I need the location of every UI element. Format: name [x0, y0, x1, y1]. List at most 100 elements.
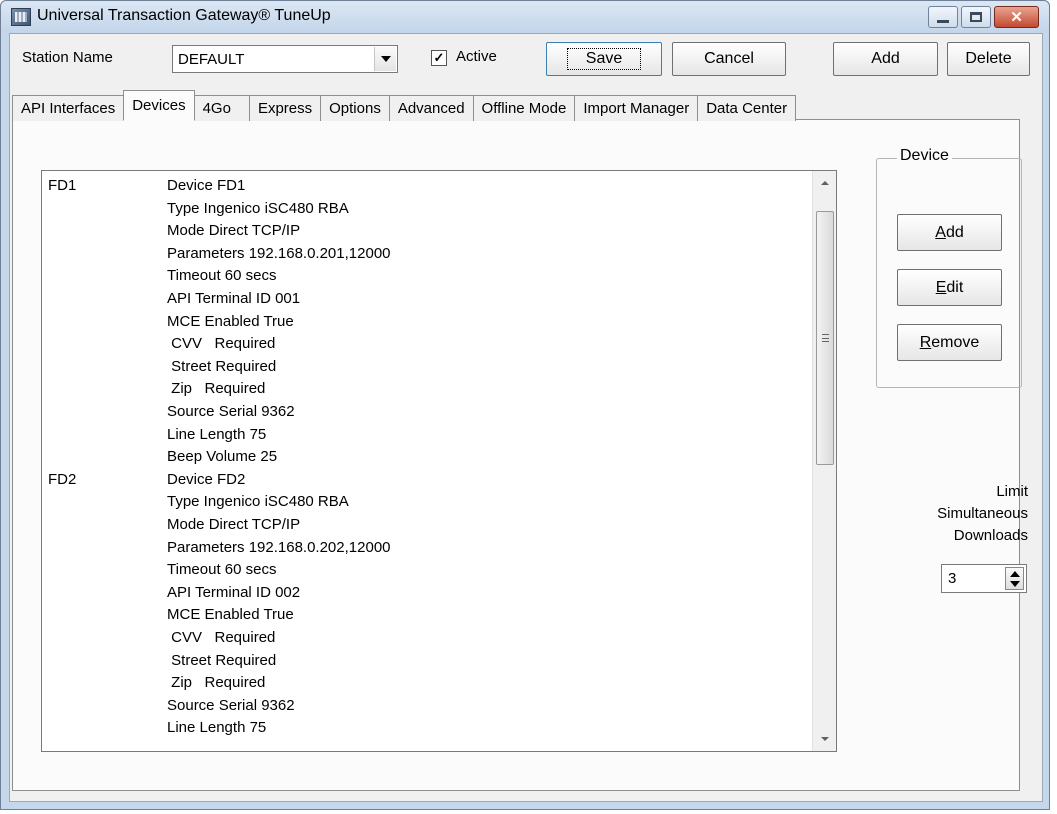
title-bar[interactable]: Universal Transaction Gateway® TuneUp ✕ — [1, 1, 1049, 33]
list-item[interactable]: API Terminal ID 002 — [42, 582, 836, 604]
list-item[interactable]: API Terminal ID 001 — [42, 288, 836, 310]
list-item-text: Device FD2 — [167, 470, 246, 488]
tab-4go[interactable]: 4Go — [193, 95, 250, 121]
list-item-text: MCE Enabled True — [167, 606, 294, 624]
add-station-button[interactable]: Add — [833, 42, 938, 76]
list-item-text: Street Required — [167, 651, 277, 669]
list-item-text: CVV Required — [167, 335, 276, 353]
list-item[interactable]: Line Length 75 — [42, 717, 836, 739]
list-item[interactable]: MCE Enabled True — [42, 604, 836, 626]
minimize-icon — [937, 19, 949, 23]
list-item-text: Source Serial 9362 — [167, 696, 295, 714]
list-item-text: Timeout 60 secs — [167, 267, 277, 285]
cancel-button[interactable]: Cancel — [672, 42, 786, 76]
tab-options[interactable]: Options — [320, 95, 390, 121]
list-item[interactable]: Timeout 60 secs — [42, 559, 836, 581]
list-item[interactable]: FD1 Device FD1 — [42, 175, 836, 197]
add-device-button-label: Add — [935, 223, 964, 241]
list-item[interactable]: Zip Required — [42, 672, 836, 694]
list-item[interactable]: Street Required — [42, 650, 836, 672]
spinner-buttons[interactable] — [1005, 567, 1024, 590]
tab-express[interactable]: Express — [248, 95, 322, 121]
list-item[interactable]: MCE Enabled True — [42, 311, 836, 333]
scroll-up-button[interactable] — [813, 171, 836, 195]
remove-device-button-label: Remove — [919, 333, 980, 351]
list-item-text: Type Ingenico iSC480 RBA — [167, 493, 349, 511]
station-name-label: Station Name — [22, 49, 113, 66]
list-item[interactable]: Mode Direct TCP/IP — [42, 514, 836, 536]
list-item[interactable]: Source Serial 9362 — [42, 401, 836, 423]
maximize-button[interactable] — [961, 6, 991, 28]
close-button[interactable]: ✕ — [994, 6, 1039, 28]
list-item[interactable]: Beep Volume 25 — [42, 446, 836, 468]
tab-data-center[interactable]: Data Center — [697, 95, 797, 121]
tab-offline-mode[interactable]: Offline Mode — [472, 95, 576, 121]
list-item-text: API Terminal ID 002 — [167, 583, 301, 601]
tab-import-manager[interactable]: Import Manager — [574, 95, 699, 121]
list-item[interactable]: CVV Required — [42, 333, 836, 355]
list-item[interactable]: Parameters 192.168.0.202,12000 — [42, 537, 836, 559]
list-item-text: Zip Required — [167, 674, 266, 692]
limit-label-line2: Simultaneous — [937, 505, 1028, 522]
spin-up-icon[interactable] — [1010, 571, 1020, 577]
list-item-text: Street Required — [167, 357, 277, 375]
list-item[interactable]: Type Ingenico iSC480 RBA — [42, 198, 836, 220]
list-item[interactable]: Timeout 60 secs — [42, 265, 836, 287]
scroll-down-icon — [821, 737, 829, 741]
device-group-title: Device — [897, 147, 952, 165]
list-item[interactable]: Source Serial 9362 — [42, 695, 836, 717]
tab-advanced[interactable]: Advanced — [388, 95, 474, 121]
list-item-text: Line Length 75 — [167, 719, 267, 737]
scrollbar-thumb[interactable] — [816, 211, 834, 465]
list-item-text: Source Serial 9362 — [167, 403, 295, 420]
list-item-text: Device FD1 — [167, 177, 246, 194]
minimize-button[interactable] — [928, 6, 958, 28]
edit-device-button[interactable]: Edit — [897, 269, 1002, 306]
active-label[interactable]: Active — [456, 48, 497, 65]
tab-strip: API Interfaces Devices 4Go Express Optio… — [12, 89, 797, 121]
scroll-down-button[interactable] — [813, 727, 836, 751]
list-item[interactable]: Zip Required — [42, 378, 836, 400]
list-item-text: Type Ingenico iSC480 RBA — [167, 199, 349, 217]
list-item-text: Mode Direct TCP/IP — [167, 222, 301, 240]
list-item-text: Parameters 192.168.0.201,12000 — [167, 244, 391, 262]
delete-station-button-label: Delete — [965, 50, 1012, 67]
vertical-scrollbar[interactable] — [812, 171, 836, 751]
tab-devices[interactable]: Devices — [123, 90, 195, 121]
list-item[interactable]: Mode Direct TCP/IP — [42, 220, 836, 242]
list-item-text: Line Length 75 — [167, 425, 267, 443]
limit-downloads-spinner[interactable]: 3 — [941, 564, 1027, 593]
grip-icon — [822, 334, 829, 342]
tab-api-interfaces[interactable]: API Interfaces — [12, 95, 125, 121]
add-device-button[interactable]: Add — [897, 214, 1002, 251]
window-title: Universal Transaction Gateway® TuneUp — [37, 7, 331, 24]
delete-station-button[interactable]: Delete — [947, 42, 1030, 76]
remove-device-button[interactable]: Remove — [897, 324, 1002, 361]
list-item[interactable]: CVV Required — [42, 627, 836, 649]
limit-label-line1: Limit — [996, 483, 1028, 500]
list-item-text: Beep Volume 25 — [167, 448, 278, 466]
app-icon[interactable] — [11, 8, 31, 26]
limit-label-line3: Downloads — [953, 527, 1028, 544]
maximize-icon — [970, 12, 982, 22]
list-item[interactable]: FD2 Device FD2 — [42, 469, 836, 491]
spin-down-icon[interactable] — [1010, 581, 1020, 587]
list-item-key: FD1 — [48, 177, 77, 194]
client-area: Station Name DEFAULT ✓ Active Save Cance… — [9, 33, 1043, 802]
cancel-button-label: Cancel — [704, 50, 754, 67]
station-name-combo[interactable]: DEFAULT — [172, 45, 398, 73]
active-checkbox[interactable]: ✓ — [431, 50, 447, 66]
list-item[interactable]: Line Length 75 — [42, 424, 836, 446]
list-item[interactable]: Street Required — [42, 356, 836, 378]
list-item-key: FD2 — [48, 470, 77, 488]
devices-listbox[interactable]: FD1 Device FD1 Type Ingenico iSC480 RBA Mod… — [41, 170, 837, 752]
save-button-label: Save — [566, 48, 642, 70]
station-name-value: DEFAULT — [178, 51, 245, 68]
list-item[interactable]: Parameters 192.168.0.201,12000 — [42, 243, 836, 265]
edit-device-button-label: Edit — [935, 278, 964, 296]
save-button[interactable]: Save — [546, 42, 662, 76]
list-item-text: CVV Required — [167, 629, 276, 646]
list-item[interactable]: Type Ingenico iSC480 RBA — [42, 491, 836, 513]
combo-dropdown-button[interactable] — [374, 47, 396, 71]
list-item-text: Timeout 60 secs — [167, 561, 277, 579]
